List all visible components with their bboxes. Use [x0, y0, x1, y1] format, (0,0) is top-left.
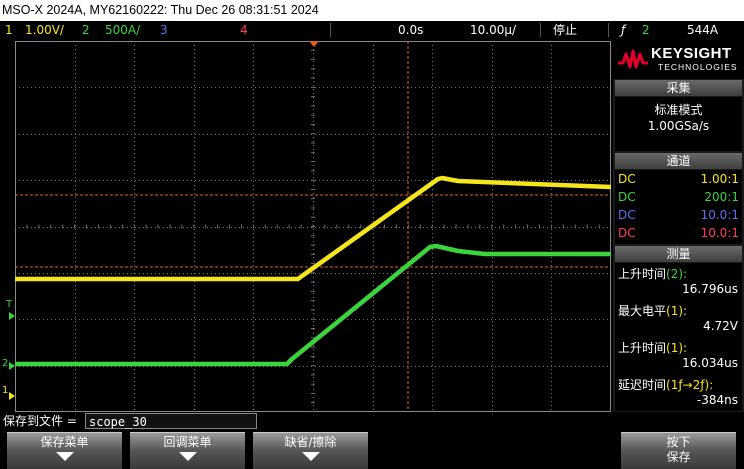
measurement-row: 上升时间(2): 16.796us — [615, 263, 742, 299]
run-state[interactable]: 停止 — [553, 21, 577, 39]
ch1-coupling: DC — [618, 172, 636, 186]
softkey-label-2: 保存 — [666, 450, 691, 464]
measurement-name: 上升时间 — [618, 341, 667, 355]
recall-menu-softkey[interactable]: 回调菜单 — [130, 432, 245, 469]
trigger-level-label: T — [6, 299, 13, 310]
measurement-name: 上升时间 — [618, 267, 667, 281]
channels-header-label: 通道 — [666, 154, 691, 168]
measurement-name: 延迟时间 — [618, 378, 667, 392]
save-to-file-label: 保存到文件 = — [3, 414, 77, 428]
time-offset[interactable]: 0.0s — [398, 21, 423, 39]
press-to-save-softkey[interactable]: 按下 保存 — [621, 432, 736, 469]
measurement-row: 延迟时间(1ƒ→2ƒ): -384ns — [615, 374, 742, 410]
measurements-header-label: 测量 — [666, 247, 691, 261]
trigger-channel[interactable]: 2 — [642, 21, 650, 39]
ch2-scale[interactable]: 500A/ — [105, 21, 140, 39]
measurement-channel: (1ƒ→2ƒ): — [666, 378, 714, 392]
acquisition-mode: 标准模式 — [654, 103, 703, 117]
acquisition-header[interactable]: 采集 — [615, 80, 742, 96]
measurement-value: -384ns — [696, 393, 738, 407]
ch4-number[interactable]: 4 — [240, 21, 248, 39]
ch4-probe-ratio: 10.0:1 — [700, 226, 739, 240]
trigger-level-marker[interactable]: T — [6, 299, 12, 311]
down-arrow-icon — [301, 452, 320, 461]
window-title: MSO-X 2024A, MY62160222: Thu Dec 26 08:3… — [0, 0, 744, 21]
waveform-display[interactable] — [15, 41, 611, 412]
acquisition-header-label: 采集 — [666, 81, 691, 95]
down-arrow-icon — [178, 452, 197, 461]
channels-header[interactable]: 通道 — [615, 153, 742, 169]
graticule-grid — [15, 41, 611, 412]
logo-sub: TECHNOLOGIES — [658, 62, 738, 72]
channels-box: DC 1.00:1 DC 200:1 DC 10.0:1 DC 10.0:1 — [615, 170, 742, 244]
softkey-label: 回调菜单 — [163, 435, 212, 449]
measurements-box: 上升时间(2): 16.796us 最大电平(1): 4.72V 上升时间(1)… — [615, 263, 742, 411]
default-erase-softkey[interactable]: 缺省/擦除 — [253, 432, 368, 469]
right-info-panel: KEYSIGHT TECHNOLOGIES 采集 标准模式 1.00GSa/s … — [613, 41, 744, 412]
ch1-ground-label: 1 — [2, 385, 9, 396]
ch2-ground-arrow-icon — [9, 362, 15, 370]
softkey-label: 保存菜单 — [40, 435, 89, 449]
measurement-channel: (1): — [666, 304, 688, 318]
ch3-probe-ratio: 10.0:1 — [700, 208, 739, 222]
measurement-channel: (2): — [666, 267, 688, 281]
ch2-ground-label: 2 — [2, 358, 9, 369]
measurement-row: 最大电平(1): 4.72V — [615, 300, 742, 336]
measurements-header[interactable]: 测量 — [615, 246, 742, 262]
keysight-logo: KEYSIGHT TECHNOLOGIES — [613, 41, 744, 79]
measurement-value: 16.796us — [682, 282, 738, 296]
ch1-scale[interactable]: 1.00V/ — [25, 21, 64, 39]
softkey-label: 缺省/擦除 — [284, 435, 337, 449]
measurement-channel: (1): — [666, 341, 688, 355]
ch4-coupling: DC — [618, 226, 636, 240]
softkey-label: 按下 — [666, 435, 691, 449]
measurement-name: 最大电平 — [618, 304, 667, 318]
trigger-level[interactable]: 544A — [687, 21, 718, 39]
ch1-ground-arrow-icon — [9, 392, 15, 400]
time-scale[interactable]: 10.00µ/ — [470, 21, 516, 39]
status-bar: 1 1.00V/ 2 500A/ 3 4 0.0s 10.00µ/ 停止 ƒ 2… — [0, 21, 744, 39]
trigger-level-arrow-icon — [9, 312, 15, 320]
ch2-number[interactable]: 2 — [82, 21, 90, 39]
down-arrow-icon — [55, 452, 74, 461]
ch1-probe-ratio: 1.00:1 — [700, 172, 739, 186]
ch3-coupling: DC — [618, 208, 636, 222]
acquisition-box: 标准模式 1.00GSa/s — [615, 97, 742, 151]
keysight-wave-icon — [618, 49, 648, 69]
trigger-edge-icon: ƒ — [621, 23, 626, 37]
ch3-number[interactable]: 3 — [160, 21, 168, 39]
measurement-value: 4.72V — [703, 319, 738, 333]
ch2-probe-ratio: 200:1 — [704, 190, 739, 204]
acquisition-rate: 1.00GSa/s — [647, 119, 710, 133]
filename-field[interactable]: scope_30 — [85, 413, 257, 429]
measurement-row: 上升时间(1): 16.034us — [615, 337, 742, 373]
time-reference-marker[interactable] — [309, 41, 319, 47]
measurement-value: 16.034us — [682, 356, 738, 370]
ch1-number[interactable]: 1 — [5, 21, 13, 39]
ch2-coupling: DC — [618, 190, 636, 204]
save-menu-softkey[interactable]: 保存菜单 — [7, 432, 122, 469]
logo-brand: KEYSIGHT — [651, 45, 732, 62]
